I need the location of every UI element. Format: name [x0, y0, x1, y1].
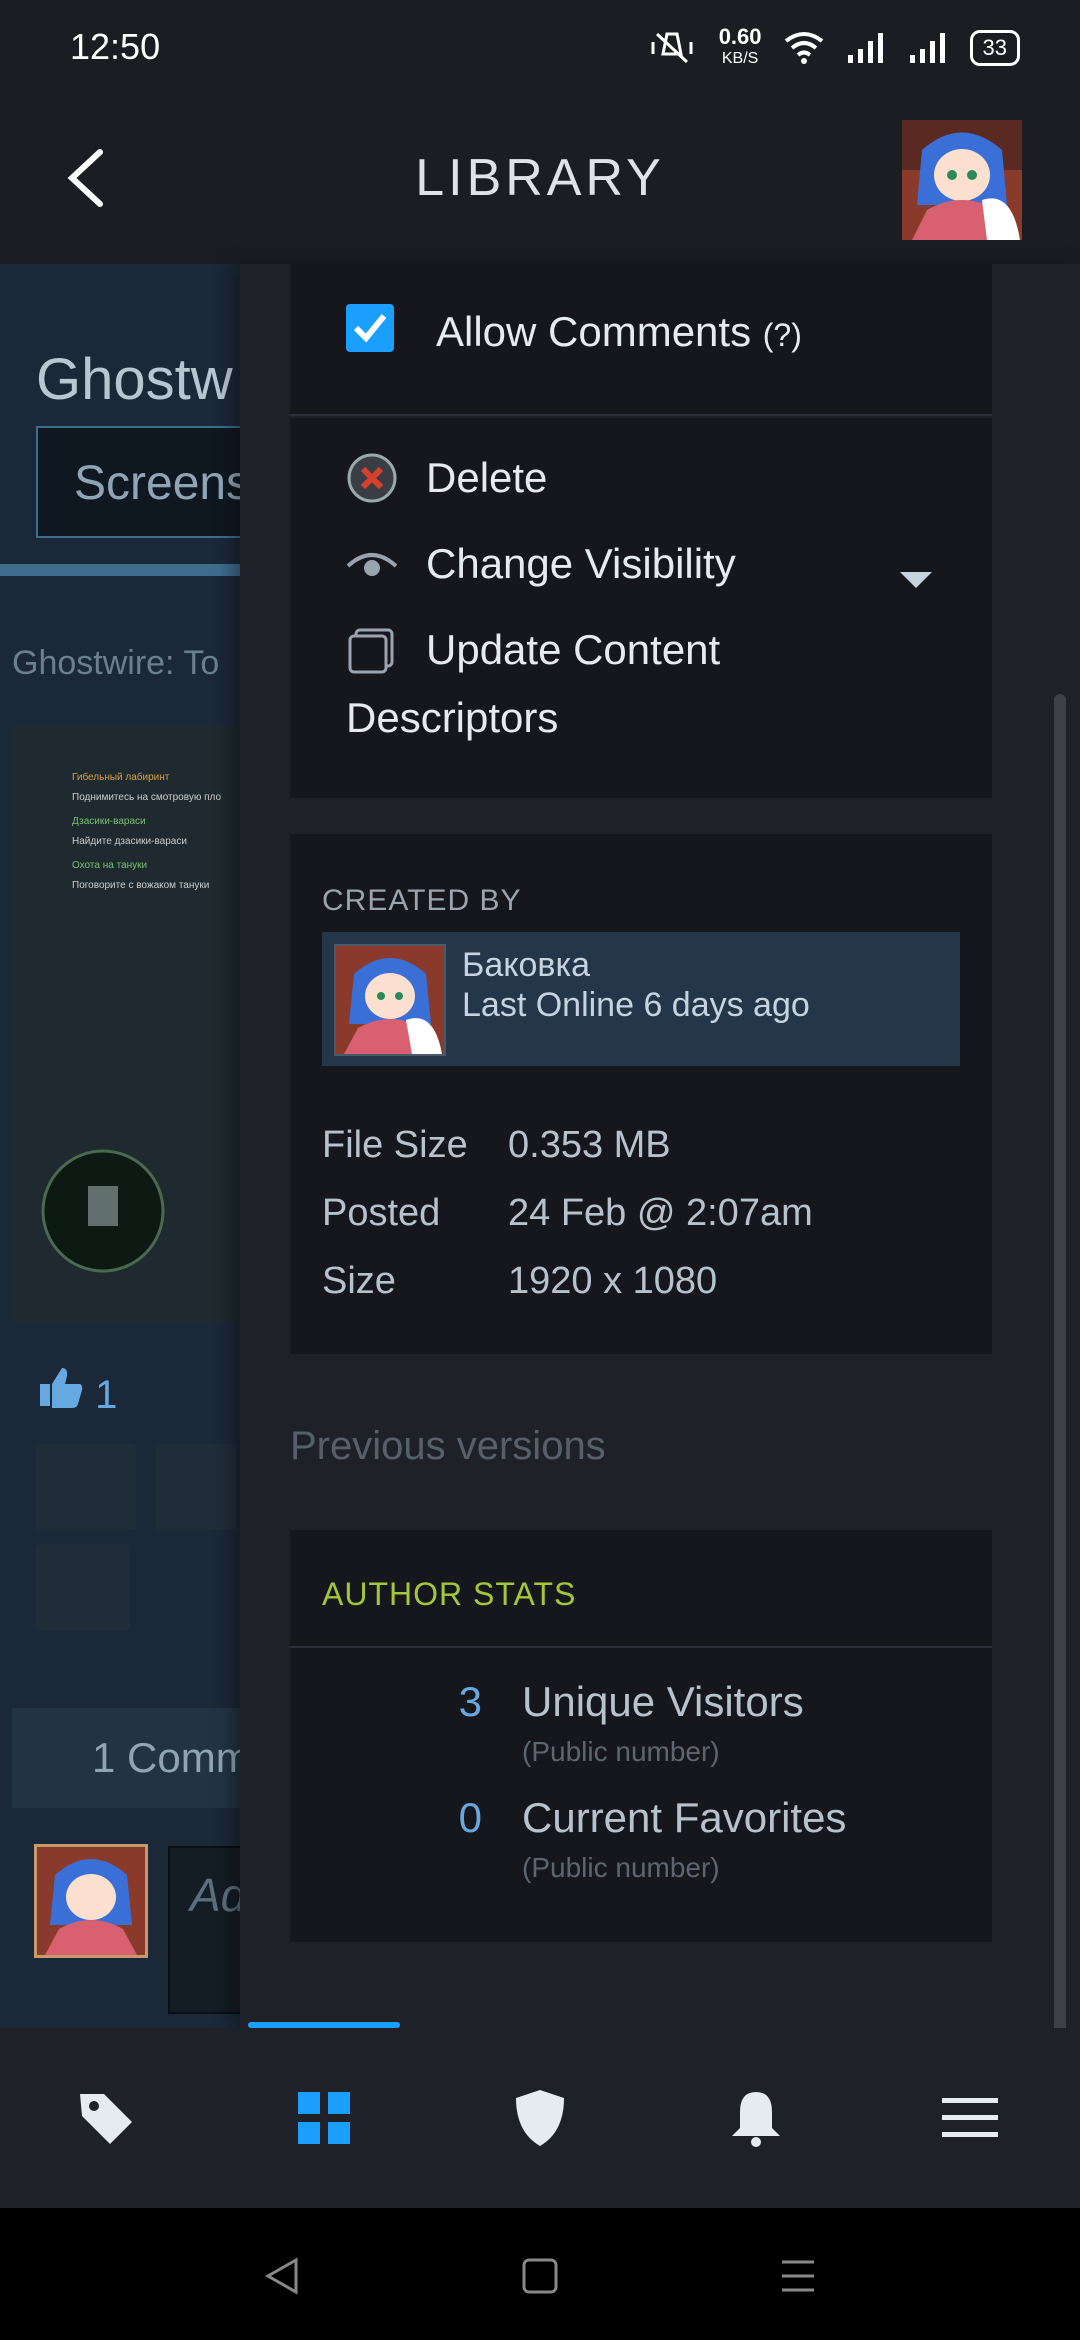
detail-value: 0.353 MB	[508, 1124, 671, 1166]
change-visibility-label: Change Visibility	[426, 540, 736, 587]
stat-value: 3	[458, 1678, 482, 1725]
bg-comments-header[interactable]: 1 Comm	[12, 1708, 262, 1808]
detail-key: Size	[322, 1260, 396, 1302]
author-stats-header: AUTHOR STATS	[290, 1530, 992, 1648]
detail-row: Size 1920 x 1080	[322, 1260, 717, 1303]
mute-vibrate-icon	[651, 32, 693, 64]
screenshot-text: Дзасики-вараси	[72, 816, 146, 827]
detail-key: File Size	[322, 1124, 468, 1166]
author-stats-heading: AUTHOR STATS	[322, 1576, 577, 1612]
grid-icon[interactable]	[294, 2088, 354, 2148]
delete-icon	[347, 453, 397, 503]
net-speed-value: 0.60	[718, 24, 762, 49]
net-speed: 0.60 KB/S	[719, 26, 762, 70]
bg-rating-count: 1	[95, 1373, 118, 1417]
screenshot-text: Поговорите с вожаком тануки	[72, 880, 210, 891]
screenshot-thumbnail[interactable]: Гибельный лабиринт Поднимитесь на смотро…	[12, 726, 252, 1322]
screenshot-text: Гибельный лабиринт	[72, 772, 170, 783]
change-visibility-button[interactable]: Change Visibility	[346, 538, 736, 590]
author-card[interactable]: Баковка Last Online 6 days ago	[322, 932, 960, 1066]
detail-value: 24 Feb @ 2:07am	[508, 1192, 813, 1234]
system-navigation-bar	[0, 2208, 1080, 2340]
avatar	[334, 944, 446, 1056]
bottom-navigation	[0, 2028, 1080, 2208]
help-link[interactable]: (?)	[763, 317, 802, 353]
allow-comments-text: Allow Comments	[436, 308, 752, 355]
descriptors-label: Descriptors	[346, 694, 559, 741]
system-back-icon[interactable]	[262, 2256, 302, 2296]
content-descriptors-icon	[348, 628, 394, 674]
battery-indicator: 33	[969, 30, 1020, 66]
vote-down-button[interactable]	[156, 1444, 236, 1530]
status-bar: 12:50 0.60 KB/S 33	[0, 0, 1080, 96]
delete-button[interactable]: Delete	[346, 452, 547, 504]
allow-comments-checkbox[interactable]	[346, 304, 394, 352]
author-name: Баковка	[462, 946, 590, 984]
checkmark-icon	[353, 314, 387, 343]
commenter-avatar	[34, 1844, 148, 1958]
detail-value: 1920 x 1080	[508, 1260, 718, 1302]
created-by-heading: CREATED BY	[322, 884, 522, 917]
bg-game-name: Ghostwire: To	[12, 644, 220, 682]
status-time: 12:50	[70, 26, 161, 67]
chevron-down-icon[interactable]	[900, 572, 932, 588]
allow-comments-row: Allow Comments (?)	[290, 264, 992, 416]
details-drawer: Allow Comments (?) Delete Change Visibil…	[240, 264, 1080, 2028]
bg-page-title: Ghostw	[36, 347, 233, 412]
net-speed-unit: KB/S	[721, 50, 759, 67]
detail-key: Posted	[322, 1192, 441, 1234]
status-icons: 0.60 KB/S 33	[651, 26, 1020, 70]
scrollbar[interactable]	[1054, 694, 1066, 2028]
tag-icon[interactable]	[76, 2088, 136, 2148]
bell-icon[interactable]	[726, 2088, 786, 2148]
thumbs-up-icon	[40, 1368, 83, 1408]
menu-icon[interactable]	[940, 2088, 1000, 2148]
vote-up-button[interactable]	[36, 1444, 136, 1530]
stat-note: (Public number)	[522, 1852, 720, 1883]
stat-label: Unique Visitors	[522, 1678, 804, 1725]
created-by-panel: CREATED BY Баковка Last Online 6 days ag…	[290, 834, 992, 1354]
update-content-descriptors-button[interactable]: Update Content	[346, 624, 720, 676]
system-home-icon[interactable]	[520, 2256, 560, 2296]
user-avatar[interactable]	[902, 120, 1022, 240]
allow-comments-label: Allow Comments (?)	[436, 308, 802, 356]
screenshot-text: Охота на тануки	[72, 860, 148, 871]
stat-note: (Public number)	[522, 1736, 720, 1767]
screenshot-text: Поднимитесь на смотровую пло	[72, 792, 222, 803]
author-stats-panel: 3 Unique Visitors (Public number) 0 Curr…	[290, 1648, 992, 1942]
system-recents-icon[interactable]	[778, 2256, 818, 2296]
bg-rating: 1	[36, 1364, 117, 1418]
minimap-icon	[41, 1149, 165, 1273]
wifi-icon	[784, 32, 823, 64]
bg-divider	[0, 564, 260, 576]
actions-panel: Delete Change Visibility Update Content …	[290, 418, 992, 798]
author-last-online: Last Online 6 days ago	[462, 986, 810, 1024]
screenshot-text: Найдите дзасики-вараси	[72, 836, 187, 847]
signal-icon-2	[909, 33, 945, 63]
detail-row: Posted 24 Feb @ 2:07am	[322, 1192, 813, 1235]
eye-icon	[346, 553, 398, 576]
app-bar: LIBRARY	[0, 96, 1080, 264]
previous-versions-link[interactable]: Previous versions	[290, 1424, 606, 1469]
detail-row: File Size 0.353 MB	[322, 1124, 671, 1167]
shield-icon[interactable]	[510, 2088, 570, 2148]
stat-label: Current Favorites	[522, 1794, 847, 1841]
stat-value: 0	[458, 1794, 482, 1841]
update-content-label: Update Content	[426, 626, 721, 673]
report-flag-button[interactable]	[36, 1544, 130, 1630]
signal-icon	[847, 33, 883, 63]
delete-label: Delete	[426, 454, 548, 501]
